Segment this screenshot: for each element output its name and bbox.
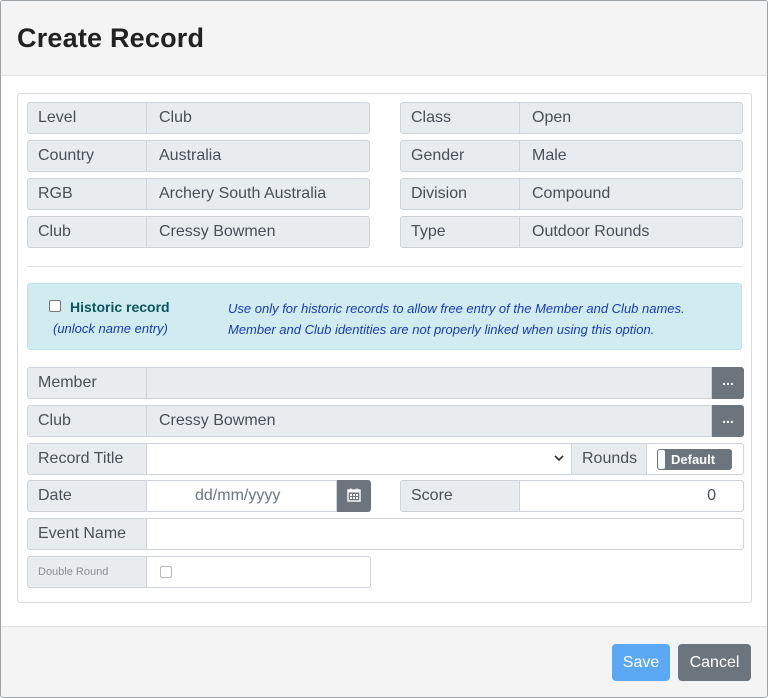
detail-division: Division Compound <box>400 178 743 210</box>
calendar-icon <box>347 488 361 506</box>
date-input[interactable]: dd/mm/yyyy <box>147 480 337 512</box>
member-label: Member <box>27 367 147 399</box>
create-record-modal: Create Record Level Club Country Austral… <box>0 0 768 698</box>
detail-value: Outdoor Rounds <box>520 216 743 248</box>
double-round-group: Double Round <box>27 556 371 588</box>
detail-value: Open <box>520 102 743 134</box>
historic-note-line-2: Member and Club identities are not prope… <box>228 322 655 337</box>
rounds-label: Rounds <box>572 443 647 475</box>
event-name-input[interactable] <box>147 518 744 550</box>
detail-value: Australia <box>147 140 370 172</box>
detail-country: Country Australia <box>27 140 370 172</box>
historic-record-checkbox[interactable] <box>49 300 61 312</box>
detail-value: Male <box>520 140 743 172</box>
section-divider <box>27 266 742 267</box>
double-round-container <box>147 556 371 588</box>
member-field <box>147 367 712 399</box>
detail-class: Class Open <box>400 102 743 134</box>
record-title-group: Record Title Rounds Default <box>27 443 744 475</box>
modal-header: Create Record <box>1 1 767 76</box>
score-label: Score <box>400 480 520 512</box>
club-label: Club <box>27 405 147 437</box>
detail-label: Type <box>400 216 520 248</box>
detail-label: Class <box>400 102 520 134</box>
club-group: Club Cressy Bowmen ... <box>27 405 744 437</box>
date-group: Date dd/mm/yyyy <box>27 480 371 512</box>
event-name-group: Event Name <box>27 518 744 550</box>
score-input[interactable]: 0 <box>520 480 744 512</box>
rounds-toggle-label: Default <box>671 452 716 467</box>
member-select-button[interactable]: ... <box>712 367 744 399</box>
detail-label: Country <box>27 140 147 172</box>
historic-record-alert: Historic record (unlock name entry) Use … <box>27 283 742 350</box>
detail-label: Division <box>400 178 520 210</box>
event-name-label: Event Name <box>27 518 147 550</box>
detail-value: Cressy Bowmen <box>147 216 370 248</box>
chevron-down-icon <box>553 451 565 467</box>
detail-label: Level <box>27 102 147 134</box>
historic-record-sublabel: (unlock name entry) <box>53 321 168 336</box>
club-field: Cressy Bowmen <box>147 405 712 437</box>
record-title-label: Record Title <box>27 443 147 475</box>
detail-level: Level Club <box>27 102 370 134</box>
double-round-checkbox[interactable] <box>160 566 172 578</box>
modal-title: Create Record <box>17 23 205 53</box>
record-title-select[interactable] <box>147 443 572 475</box>
detail-gender: Gender Male <box>400 140 743 172</box>
club-select-button[interactable]: ... <box>712 405 744 437</box>
detail-label: Gender <box>400 140 520 172</box>
detail-label: Club <box>27 216 147 248</box>
historic-note-line-1: Use only for historic records to allow f… <box>228 301 685 316</box>
detail-type: Type Outdoor Rounds <box>400 216 743 248</box>
date-label: Date <box>27 480 147 512</box>
calendar-button[interactable] <box>337 480 371 512</box>
detail-club: Club Cressy Bowmen <box>27 216 370 248</box>
detail-value: Club <box>147 102 370 134</box>
cancel-button[interactable]: Cancel <box>678 644 751 681</box>
member-group: Member ... <box>27 367 744 399</box>
detail-label: RGB <box>27 178 147 210</box>
detail-rgb: RGB Archery South Australia <box>27 178 370 210</box>
rounds-toggle-container: Default <box>647 443 744 475</box>
detail-value: Compound <box>520 178 743 210</box>
modal-footer: Save Cancel <box>1 626 767 697</box>
historic-record-note: Use only for historic records to allow f… <box>228 298 685 340</box>
historic-record-label[interactable]: Historic record <box>70 299 170 315</box>
save-button[interactable]: Save <box>612 644 670 681</box>
rounds-toggle[interactable]: Default <box>657 449 732 470</box>
score-group: Score 0 <box>400 480 744 512</box>
detail-value: Archery South Australia <box>147 178 370 210</box>
double-round-label: Double Round <box>27 556 147 588</box>
record-form-panel: Level Club Country Australia RGB Archery… <box>17 93 752 603</box>
toggle-knob <box>658 450 665 469</box>
